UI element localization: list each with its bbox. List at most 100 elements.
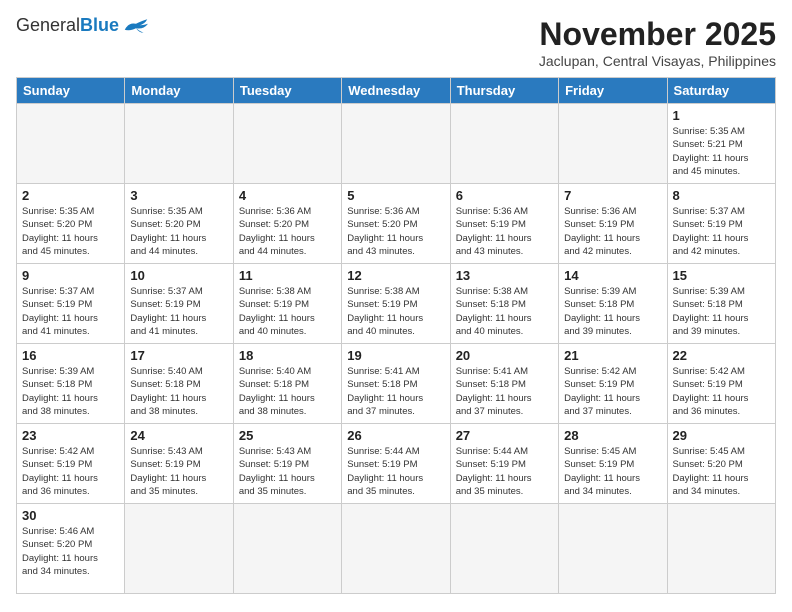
calendar-cell: 19 Sunrise: 5:41 AM Sunset: 5:18 PM Dayli… [342, 344, 450, 424]
day-info: Sunrise: 5:39 AM Sunset: 5:18 PM Dayligh… [22, 365, 119, 418]
day-info: Sunrise: 5:37 AM Sunset: 5:19 PM Dayligh… [673, 205, 770, 258]
calendar-cell [125, 104, 233, 184]
calendar-cell: 11 Sunrise: 5:38 AM Sunset: 5:19 PM Dayli… [233, 264, 341, 344]
day-number: 28 [564, 428, 661, 443]
location-title: Jaclupan, Central Visayas, Philippines [539, 53, 776, 69]
logo: GeneralBlue [16, 16, 151, 36]
day-info: Sunrise: 5:46 AM Sunset: 5:20 PM Dayligh… [22, 525, 119, 578]
day-number: 16 [22, 348, 119, 363]
calendar-cell [342, 504, 450, 594]
day-header-thursday: Thursday [450, 78, 558, 104]
day-number: 26 [347, 428, 444, 443]
day-info: Sunrise: 5:42 AM Sunset: 5:19 PM Dayligh… [22, 445, 119, 498]
calendar-cell: 1Sunrise: 5:35 AM Sunset: 5:21 PM Daylig… [667, 104, 775, 184]
day-info: Sunrise: 5:44 AM Sunset: 5:19 PM Dayligh… [456, 445, 553, 498]
calendar-cell: 14 Sunrise: 5:39 AM Sunset: 5:18 PM Dayli… [559, 264, 667, 344]
week-row-3: 9 Sunrise: 5:37 AM Sunset: 5:19 PM Daylig… [17, 264, 776, 344]
day-number: 21 [564, 348, 661, 363]
day-header-saturday: Saturday [667, 78, 775, 104]
calendar-cell: 29Sunrise: 5:45 AM Sunset: 5:20 PM Dayli… [667, 424, 775, 504]
day-number: 1 [673, 108, 770, 123]
day-info: Sunrise: 5:37 AM Sunset: 5:19 PM Dayligh… [22, 285, 119, 338]
calendar-cell: 21 Sunrise: 5:42 AM Sunset: 5:19 PM Dayli… [559, 344, 667, 424]
day-info: Sunrise: 5:40 AM Sunset: 5:18 PM Dayligh… [239, 365, 336, 418]
day-number: 20 [456, 348, 553, 363]
calendar-cell: 23Sunrise: 5:42 AM Sunset: 5:19 PM Dayli… [17, 424, 125, 504]
day-info: Sunrise: 5:38 AM Sunset: 5:19 PM Dayligh… [347, 285, 444, 338]
day-header-monday: Monday [125, 78, 233, 104]
day-number: 2 [22, 188, 119, 203]
day-info: Sunrise: 5:36 AM Sunset: 5:20 PM Dayligh… [239, 205, 336, 258]
calendar-cell: 5Sunrise: 5:36 AM Sunset: 5:20 PM Daylig… [342, 184, 450, 264]
day-number: 7 [564, 188, 661, 203]
month-title: November 2025 [539, 16, 776, 53]
day-number: 3 [130, 188, 227, 203]
calendar-table: SundayMondayTuesdayWednesdayThursdayFrid… [16, 77, 776, 594]
calendar-cell [125, 504, 233, 594]
day-number: 15 [673, 268, 770, 283]
day-info: Sunrise: 5:42 AM Sunset: 5:19 PM Dayligh… [564, 365, 661, 418]
day-header-wednesday: Wednesday [342, 78, 450, 104]
week-row-5: 23Sunrise: 5:42 AM Sunset: 5:19 PM Dayli… [17, 424, 776, 504]
day-info: Sunrise: 5:41 AM Sunset: 5:18 PM Dayligh… [347, 365, 444, 418]
day-number: 27 [456, 428, 553, 443]
calendar-cell: 27 Sunrise: 5:44 AM Sunset: 5:19 PM Dayli… [450, 424, 558, 504]
day-info: Sunrise: 5:38 AM Sunset: 5:19 PM Dayligh… [239, 285, 336, 338]
day-header-tuesday: Tuesday [233, 78, 341, 104]
day-number: 30 [22, 508, 119, 523]
calendar-cell: 4 Sunrise: 5:36 AM Sunset: 5:20 PM Daylig… [233, 184, 341, 264]
day-info: Sunrise: 5:39 AM Sunset: 5:18 PM Dayligh… [564, 285, 661, 338]
logo-general: General [16, 15, 80, 35]
calendar-cell [450, 104, 558, 184]
day-number: 12 [347, 268, 444, 283]
calendar-cell: 9 Sunrise: 5:37 AM Sunset: 5:19 PM Daylig… [17, 264, 125, 344]
calendar-cell: 28 Sunrise: 5:45 AM Sunset: 5:19 PM Dayli… [559, 424, 667, 504]
day-number: 11 [239, 268, 336, 283]
day-info: Sunrise: 5:45 AM Sunset: 5:19 PM Dayligh… [564, 445, 661, 498]
calendar-cell: 10Sunrise: 5:37 AM Sunset: 5:19 PM Dayli… [125, 264, 233, 344]
calendar-cell [17, 104, 125, 184]
calendar-cell: 24 Sunrise: 5:43 AM Sunset: 5:19 PM Dayli… [125, 424, 233, 504]
day-info: Sunrise: 5:36 AM Sunset: 5:19 PM Dayligh… [564, 205, 661, 258]
calendar-cell: 22 Sunrise: 5:42 AM Sunset: 5:19 PM Dayli… [667, 344, 775, 424]
day-number: 6 [456, 188, 553, 203]
day-info: Sunrise: 5:40 AM Sunset: 5:18 PM Dayligh… [130, 365, 227, 418]
calendar-cell: 2 Sunrise: 5:35 AM Sunset: 5:20 PM Daylig… [17, 184, 125, 264]
calendar-cell [450, 504, 558, 594]
day-info: Sunrise: 5:42 AM Sunset: 5:19 PM Dayligh… [673, 365, 770, 418]
day-info: Sunrise: 5:43 AM Sunset: 5:19 PM Dayligh… [130, 445, 227, 498]
calendar-cell: 8 Sunrise: 5:37 AM Sunset: 5:19 PM Daylig… [667, 184, 775, 264]
day-info: Sunrise: 5:43 AM Sunset: 5:19 PM Dayligh… [239, 445, 336, 498]
day-number: 8 [673, 188, 770, 203]
day-number: 24 [130, 428, 227, 443]
calendar-cell [559, 504, 667, 594]
title-area: November 2025 Jaclupan, Central Visayas,… [539, 16, 776, 69]
day-number: 4 [239, 188, 336, 203]
day-info: Sunrise: 5:35 AM Sunset: 5:20 PM Dayligh… [130, 205, 227, 258]
calendar-cell [233, 504, 341, 594]
week-row-1: 1Sunrise: 5:35 AM Sunset: 5:21 PM Daylig… [17, 104, 776, 184]
calendar-cell: 18 Sunrise: 5:40 AM Sunset: 5:18 PM Dayli… [233, 344, 341, 424]
calendar-cell: 16 Sunrise: 5:39 AM Sunset: 5:18 PM Dayli… [17, 344, 125, 424]
day-header-sunday: Sunday [17, 78, 125, 104]
calendar-cell: 30 Sunrise: 5:46 AM Sunset: 5:20 PM Dayli… [17, 504, 125, 594]
day-number: 18 [239, 348, 336, 363]
calendar-cell: 15Sunrise: 5:39 AM Sunset: 5:18 PM Dayli… [667, 264, 775, 344]
day-number: 22 [673, 348, 770, 363]
calendar-cell [342, 104, 450, 184]
day-number: 14 [564, 268, 661, 283]
calendar-cell: 12 Sunrise: 5:38 AM Sunset: 5:19 PM Dayli… [342, 264, 450, 344]
day-number: 19 [347, 348, 444, 363]
calendar-cell [233, 104, 341, 184]
calendar-cell: 3 Sunrise: 5:35 AM Sunset: 5:20 PM Daylig… [125, 184, 233, 264]
day-number: 17 [130, 348, 227, 363]
calendar-cell: 7 Sunrise: 5:36 AM Sunset: 5:19 PM Daylig… [559, 184, 667, 264]
day-number: 25 [239, 428, 336, 443]
day-number: 5 [347, 188, 444, 203]
calendar-cell: 26Sunrise: 5:44 AM Sunset: 5:19 PM Dayli… [342, 424, 450, 504]
day-number: 9 [22, 268, 119, 283]
calendar-cell: 13Sunrise: 5:38 AM Sunset: 5:18 PM Dayli… [450, 264, 558, 344]
calendar-header-row: SundayMondayTuesdayWednesdayThursdayFrid… [17, 78, 776, 104]
day-info: Sunrise: 5:35 AM Sunset: 5:20 PM Dayligh… [22, 205, 119, 258]
day-number: 29 [673, 428, 770, 443]
